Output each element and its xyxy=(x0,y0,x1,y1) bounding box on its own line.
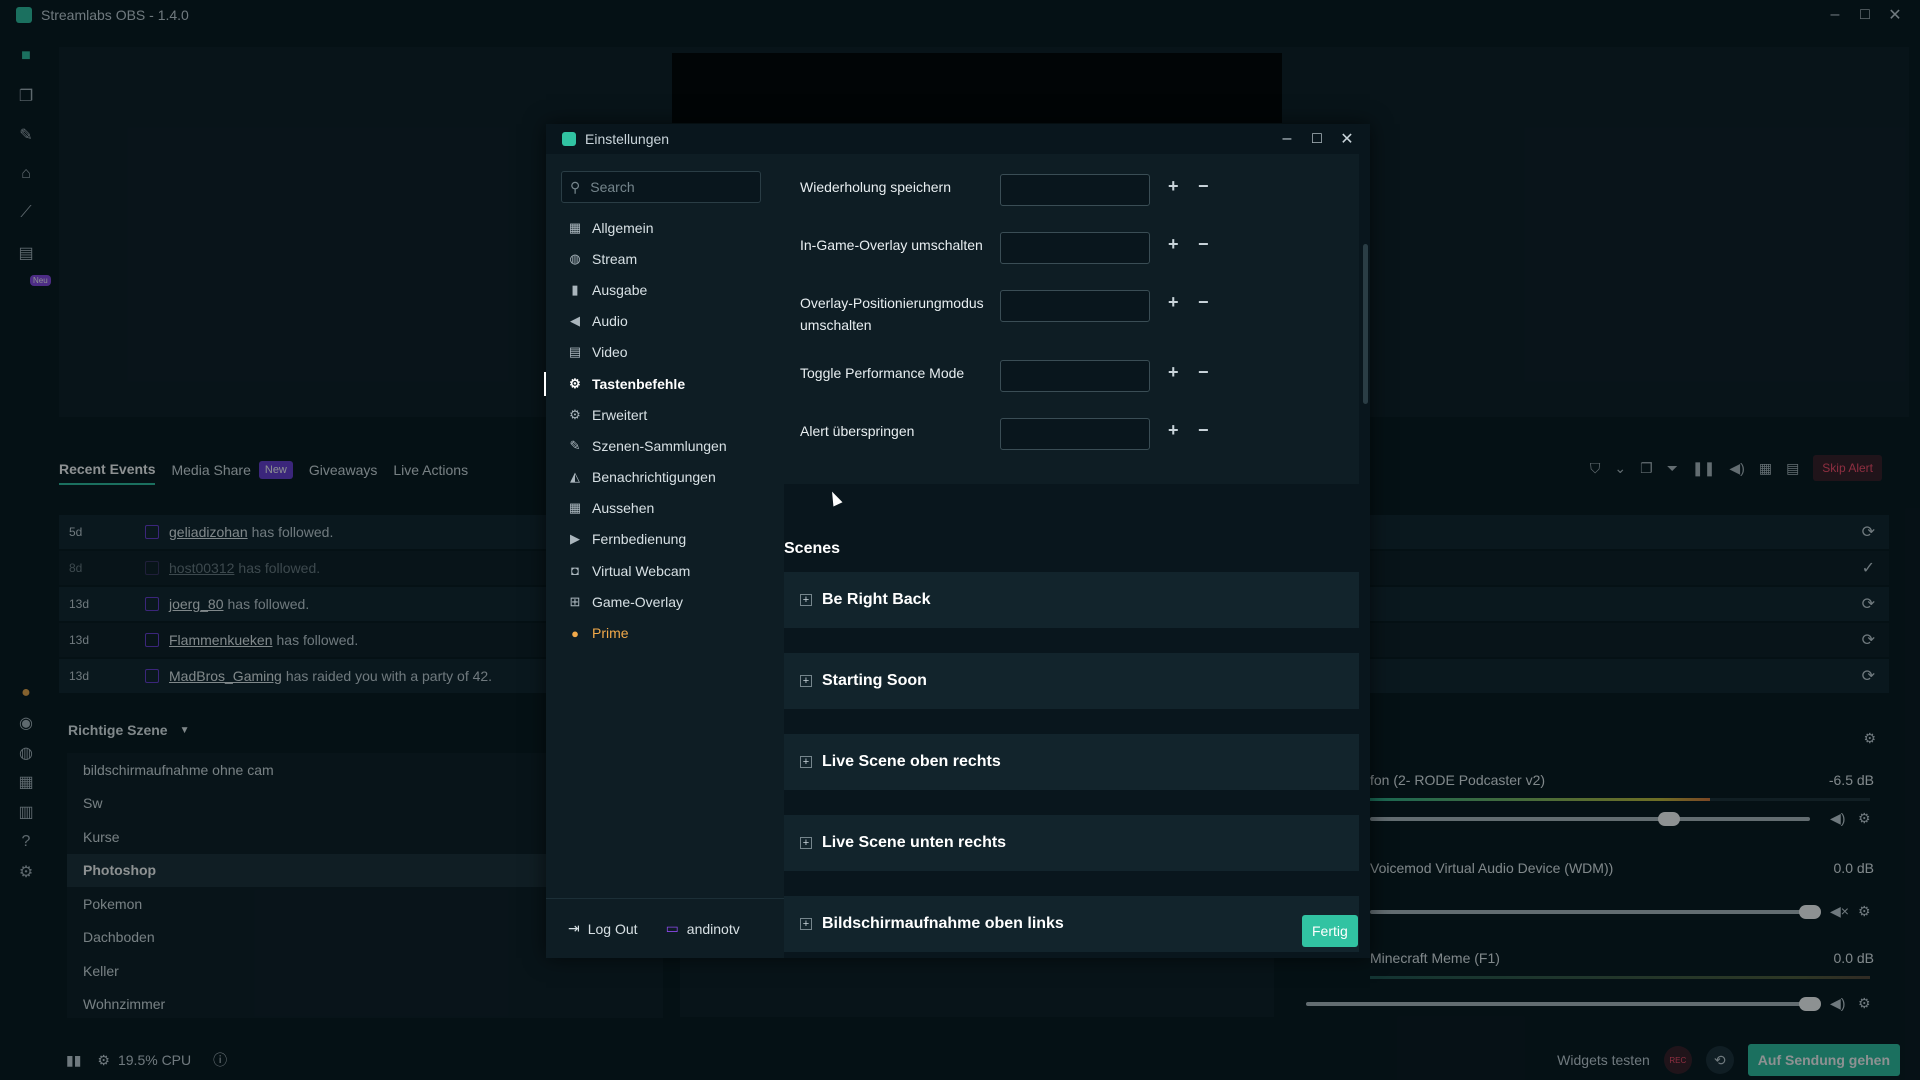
twitch-icon: ▭ xyxy=(665,920,679,936)
maximize-button[interactable]: □ xyxy=(1302,124,1332,154)
nav-item-fernbedienung[interactable]: ▶ Fernbedienung xyxy=(546,524,784,555)
logout-icon[interactable]: ⇥ xyxy=(568,920,580,937)
add-hotkey-icon[interactable]: + xyxy=(1168,420,1179,441)
scene-name: Bildschirmaufnahme oben links xyxy=(822,915,1064,932)
expand-icon: + xyxy=(800,675,812,687)
nav-label: Ausgabe xyxy=(592,281,648,298)
add-hotkey-icon[interactable]: + xyxy=(1168,234,1179,255)
hotkey-label: Overlay-Positionierungmodus umschalten xyxy=(800,295,984,333)
scenes-section-title: Scenes xyxy=(784,540,841,557)
globe-icon: ◍ xyxy=(569,250,581,266)
speaker-icon: ◀ xyxy=(570,313,580,329)
nav-label: Allgemein xyxy=(592,219,654,236)
settings-nav: ⚲ Search ▦ Allgemein ◍ Stream ▮ Ausgabe ◀ Au… xyxy=(544,154,784,958)
nav-item-video[interactable]: ▤ Video xyxy=(546,337,784,368)
settings-titlebar: Einstellungen – □ ✕ xyxy=(546,124,1370,154)
prime-icon: ● xyxy=(571,625,579,641)
scene-name: Starting Soon xyxy=(822,672,927,689)
tools-icon: ✎ xyxy=(569,437,581,453)
nav-label: Prime xyxy=(592,625,629,642)
add-hotkey-icon[interactable]: + xyxy=(1168,292,1179,313)
output-icon: ▮ xyxy=(571,281,579,297)
hotkey-input[interactable] xyxy=(1000,418,1150,450)
settings-search[interactable]: ⚲ Search xyxy=(561,171,761,203)
nav-label: Tastenbefehle xyxy=(592,375,686,392)
add-hotkey-icon[interactable]: + xyxy=(1168,176,1179,197)
close-button[interactable]: ✕ xyxy=(1332,124,1362,154)
film-icon: ▤ xyxy=(568,344,582,360)
gear-icon: ⚙ xyxy=(569,375,581,391)
nav-item-game-overlay[interactable]: ⊞ Game-Overlay xyxy=(546,586,784,617)
scene-hotkey-group[interactable]: + Live Scene oben rechts xyxy=(784,734,1359,790)
nav-item-aussehen[interactable]: ▦ Aussehen xyxy=(546,493,784,524)
nav-item-tastenbefehle[interactable]: ⚙ Tastenbefehle xyxy=(544,368,784,399)
nav-label: Aussehen xyxy=(592,500,655,517)
hotkey-input[interactable] xyxy=(1000,174,1150,206)
hotkey-label: In-Game-Overlay umschalten xyxy=(800,237,983,253)
nav-label: Video xyxy=(592,344,628,361)
remove-hotkey-icon[interactable]: − xyxy=(1198,420,1209,441)
scene-hotkey-group[interactable]: + Starting Soon xyxy=(784,653,1359,709)
layout-icon: ▦ xyxy=(568,500,582,516)
nav-item-stream[interactable]: ◍ Stream xyxy=(546,243,784,274)
scene-hotkey-group[interactable]: + Live Scene unten rechts xyxy=(784,815,1359,871)
camera-icon: ◘ xyxy=(571,563,579,579)
expand-icon: + xyxy=(800,837,812,849)
scene-hotkey-group[interactable]: + Be Right Back xyxy=(784,572,1359,628)
overlay-icon: ⊞ xyxy=(569,593,581,609)
nav-item-allgemein[interactable]: ▦ Allgemein xyxy=(546,212,784,243)
hotkey-label: Wiederholung speichern xyxy=(800,179,951,195)
nav-label: Virtual Webcam xyxy=(592,562,691,579)
search-input[interactable]: Search xyxy=(590,179,634,195)
remove-hotkey-icon[interactable]: − xyxy=(1198,176,1209,197)
grid-icon: ▦ xyxy=(568,219,582,235)
cogs-icon: ⚙ xyxy=(569,406,581,422)
nav-label: Benachrichtigungen xyxy=(592,469,716,486)
nav-label: Erweitert xyxy=(592,406,648,423)
username: andinotv xyxy=(686,920,740,937)
settings-title: Einstellungen xyxy=(585,131,670,147)
remove-hotkey-icon[interactable]: − xyxy=(1198,362,1209,383)
scene-hotkey-group[interactable]: + Bildschirmaufnahme oben links xyxy=(784,896,1359,952)
settings-content: Wiederholung speichern + − In-Game-Overl… xyxy=(784,154,1370,958)
search-icon: ⚲ xyxy=(570,178,581,195)
done-button[interactable]: Fertig xyxy=(1302,915,1358,947)
nav-label: Audio xyxy=(592,313,628,330)
scene-name: Live Scene oben rechts xyxy=(822,753,1001,770)
nav-item-erweitert[interactable]: ⚙ Erweitert xyxy=(546,399,784,430)
nav-item-benachrichtigungen[interactable]: ◭ Benachrichtigungen xyxy=(546,462,784,493)
nav-label: Stream xyxy=(592,250,638,267)
bell-icon: ◭ xyxy=(570,469,580,485)
nav-footer: ⇥ Log Out ▭ andinotv xyxy=(546,898,784,958)
remote-icon: ▶ xyxy=(570,531,580,547)
nav-item-virtual-webcam[interactable]: ◘ Virtual Webcam xyxy=(546,555,784,586)
hotkey-label: Alert überspringen xyxy=(800,423,915,439)
remove-hotkey-icon[interactable]: − xyxy=(1198,234,1209,255)
scene-name: Be Right Back xyxy=(822,591,931,608)
nav-item-szenen-sammlungen[interactable]: ✎ Szenen-Sammlungen xyxy=(546,430,784,461)
hotkeys-section: Wiederholung speichern + − In-Game-Overl… xyxy=(784,154,1359,484)
hotkey-input[interactable] xyxy=(1000,360,1150,392)
nav-label: Szenen-Sammlungen xyxy=(592,437,727,454)
add-hotkey-icon[interactable]: + xyxy=(1168,362,1179,383)
expand-icon: + xyxy=(800,756,812,768)
expand-icon: + xyxy=(800,918,812,930)
nav-item-prime[interactable]: ● Prime xyxy=(546,617,784,648)
expand-icon: + xyxy=(800,594,812,606)
hotkey-label: Toggle Performance Mode xyxy=(800,365,965,381)
settings-dialog: Einstellungen – □ ✕ ⚲ Search ▦ Allgemein … xyxy=(544,124,1370,958)
nav-label: Fernbedienung xyxy=(592,531,687,548)
hotkey-input[interactable] xyxy=(1000,232,1150,264)
logout-button[interactable]: Log Out xyxy=(588,921,638,937)
scrollbar[interactable] xyxy=(1363,244,1368,404)
nav-label: Game-Overlay xyxy=(592,593,684,610)
minimize-button[interactable]: – xyxy=(1272,124,1302,154)
scene-name: Live Scene unten rechts xyxy=(822,834,1007,851)
nav-item-ausgabe[interactable]: ▮ Ausgabe xyxy=(546,274,784,305)
remove-hotkey-icon[interactable]: − xyxy=(1198,292,1209,313)
hotkey-input[interactable] xyxy=(1000,290,1150,322)
streamlabs-logo-icon xyxy=(562,132,576,146)
nav-item-audio[interactable]: ◀ Audio xyxy=(546,306,784,337)
